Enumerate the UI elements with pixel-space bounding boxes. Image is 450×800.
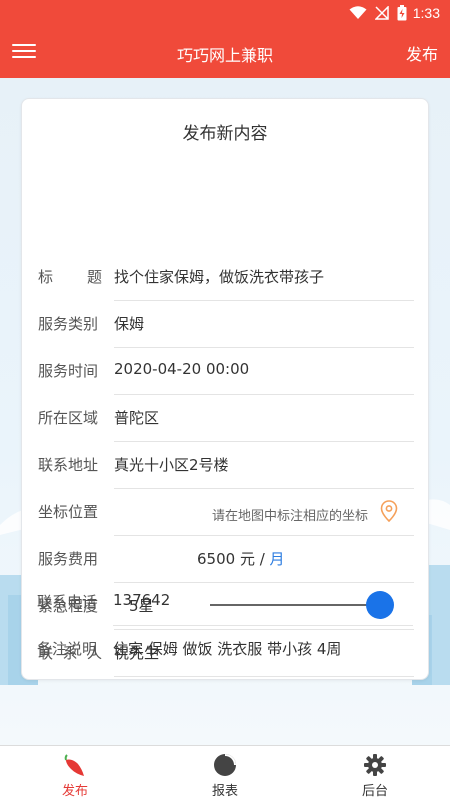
nav-reports[interactable]: 报表 xyxy=(150,746,300,800)
pepper-icon xyxy=(64,754,84,776)
nav-reports-label: 报表 xyxy=(211,784,238,799)
nav-publish[interactable]: 发布 xyxy=(0,746,150,800)
service-time-label: 服务时间 xyxy=(38,362,99,380)
form-title: 发布新内容 xyxy=(182,124,268,144)
category-row[interactable]: 服务类别 保姆 xyxy=(22,301,430,348)
app-bar: 巧巧网上兼职 发布 xyxy=(0,26,450,78)
fee-label: 服务费用 xyxy=(38,550,99,568)
status-icons xyxy=(349,5,407,21)
title-label: 标 题 xyxy=(38,268,102,286)
battery-charging-icon xyxy=(397,5,407,21)
phone-label: 联系电话 xyxy=(37,593,98,611)
nav-admin[interactable]: 后台 xyxy=(300,746,450,800)
notes-row[interactable]: 备注说明 住家 保姆 做饭 洗衣服 带小孩 4周 xyxy=(21,626,429,673)
divider xyxy=(114,676,414,677)
fee-value[interactable]: 6500 元 / 月 xyxy=(197,548,285,569)
location-hint: 请在地图中标注相应的坐标 xyxy=(211,509,368,524)
status-bar: 1:33 xyxy=(0,0,450,26)
publish-button[interactable]: 发布 xyxy=(406,41,438,65)
nav-publish-label: 发布 xyxy=(61,784,88,799)
notes-label: 备注说明 xyxy=(37,640,98,658)
service-time-row[interactable]: 服务时间 2020-04-20 00:00 xyxy=(22,348,430,395)
gear-icon xyxy=(364,754,386,776)
title-value[interactable]: 找个住家保姆，做饭洗衣带孩子 xyxy=(114,266,364,287)
category-value[interactable]: 保姆 xyxy=(114,313,364,334)
wifi-icon xyxy=(349,6,367,19)
fee-amount[interactable]: 6500 元 xyxy=(197,550,255,568)
title-row[interactable]: 标 题 找个住家保姆，做饭洗衣带孩子 xyxy=(22,254,430,301)
status-time: 1:33 xyxy=(412,5,440,21)
area-value[interactable]: 普陀区 xyxy=(114,407,364,428)
area-label: 所在区域 xyxy=(38,409,99,427)
app-title: 巧巧网上兼职 xyxy=(176,46,273,65)
location-label: 坐标位置 xyxy=(38,503,99,521)
phone-value[interactable]: 137642 xyxy=(113,591,363,609)
no-signal-icon xyxy=(374,6,389,20)
address-label: 联系地址 xyxy=(38,456,99,474)
phone-row[interactable]: 联系电话 137642 xyxy=(21,579,429,626)
fee-separator: / xyxy=(254,550,270,568)
nav-admin-label: 后台 xyxy=(361,784,388,799)
bottom-navigation: 发布 报表 后台 xyxy=(0,745,450,800)
category-label: 服务类别 xyxy=(38,315,99,333)
fee-unit[interactable]: 月 xyxy=(270,550,285,568)
map-pin-icon[interactable] xyxy=(378,499,400,523)
pie-chart-icon xyxy=(214,754,236,776)
area-row[interactable]: 所在区域 普陀区 xyxy=(22,395,430,442)
address-value[interactable]: 真光十小区2号楼 xyxy=(114,454,364,475)
service-time-value[interactable]: 2020-04-20 00:00 xyxy=(114,360,364,378)
location-row[interactable]: 坐标位置 请在地图中标注相应的坐标 xyxy=(22,489,430,536)
address-row[interactable]: 联系地址 真光十小区2号楼 xyxy=(22,442,430,489)
notes-value[interactable]: 住家 保姆 做饭 洗衣服 带小孩 4周 xyxy=(113,638,363,659)
fee-row[interactable]: 服务费用 6500 元 / 月 xyxy=(22,536,430,583)
